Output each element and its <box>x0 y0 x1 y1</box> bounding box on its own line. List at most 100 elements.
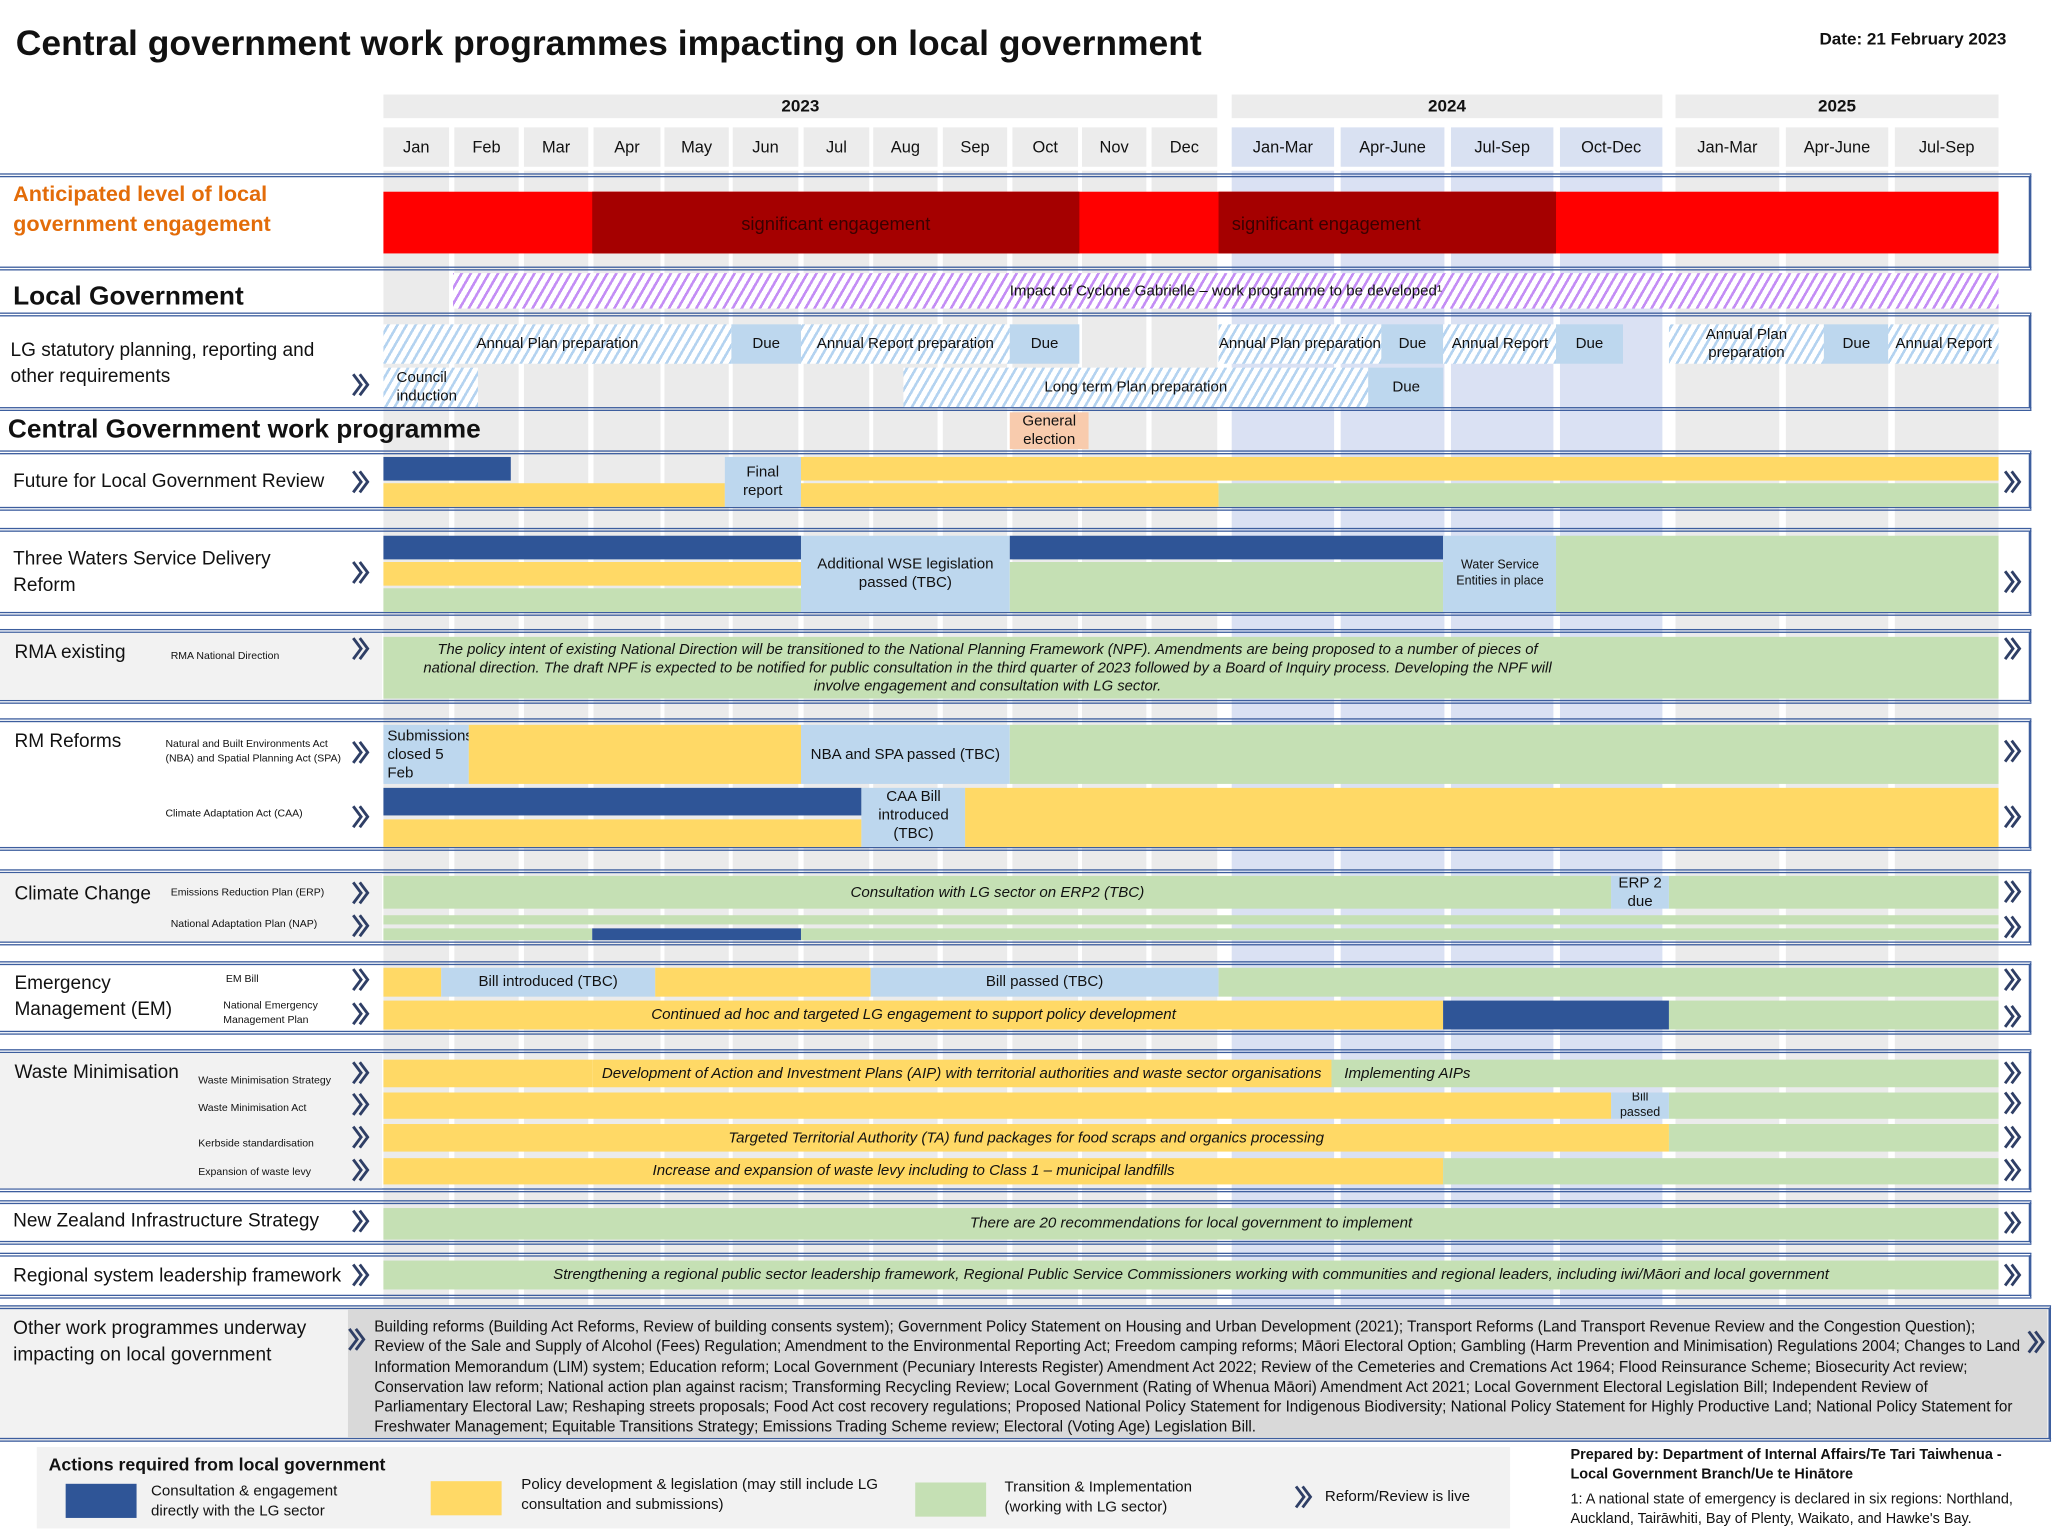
chevron-live-icon[interactable] <box>351 1262 372 1288</box>
waste-bar-policy: Development of Action and Investment Pla… <box>592 1059 1332 1088</box>
chevron-live-icon[interactable] <box>351 469 372 495</box>
rm-bar-consultation <box>383 787 862 816</box>
waste-strategy-sublabel: Waste Minimisation Strategy <box>198 1074 332 1086</box>
column-header: May <box>664 127 729 167</box>
page-title: Central government work programmes impac… <box>15 23 1202 64</box>
em-bar-policy <box>383 967 442 997</box>
em-bar-policy <box>654 967 871 997</box>
water-bar-consultation <box>383 535 801 560</box>
chevron-live-icon[interactable] <box>351 372 372 398</box>
future-label: Future for Local Government Review <box>13 471 325 493</box>
other-programmes-text: Building reforms (Building Act Reforms, … <box>374 1318 2021 1436</box>
waste-label: Waste Minimisation <box>14 1062 179 1084</box>
legend-title: Actions required from local government <box>48 1454 386 1475</box>
rm-bar-policy <box>965 787 1999 847</box>
rm-caa-sublabel: Climate Adaptation Act (CAA) <box>165 807 303 820</box>
chevron-live-icon[interactable] <box>351 1157 372 1183</box>
climate-bar-transition <box>383 915 1999 925</box>
chevron-live-icon[interactable] <box>351 1091 372 1117</box>
rm-label: RM Reforms <box>14 731 122 753</box>
statutory-bar-hatch-blue: Council induction <box>383 367 479 408</box>
chevron-live-icon[interactable] <box>351 739 372 765</box>
legend-transition: Transition & Implementation (working wit… <box>1004 1479 1192 1516</box>
chevron-live-icon[interactable] <box>2002 914 2023 940</box>
date-label: Date: 21 February 2023 <box>1819 28 2007 49</box>
chevron-live-icon[interactable] <box>2002 1003 2023 1029</box>
year-header: 2025 <box>1675 94 1999 119</box>
statutory-bar-milestone: Due <box>1368 367 1444 408</box>
chevron-live-icon[interactable] <box>2002 804 2023 830</box>
roadmap-page: Central government work programmes impac… <box>0 0 2059 1534</box>
water-bar-transition <box>1009 562 1444 612</box>
legend-policy: Policy development & legislation (may st… <box>521 1477 879 1513</box>
waste-act-sublabel: Waste Minimisation Act <box>198 1101 307 1114</box>
column-header: Apr-June <box>1340 127 1445 167</box>
column-header: Apr <box>593 127 661 167</box>
statutory-bar-hatch-blue: Annual Report <box>1888 324 1999 364</box>
chevron-live-icon[interactable] <box>351 913 372 939</box>
rma-bar-transition: The policy intent of existing National D… <box>383 636 1999 699</box>
chevron-live-icon[interactable] <box>351 1124 372 1150</box>
statutory-bar-hatch-blue: Annual Plan preparation <box>1668 324 1825 364</box>
chevron-live-icon[interactable] <box>2002 738 2023 764</box>
column-header: Jan-Mar <box>1675 127 1780 167</box>
chevron-live-icon[interactable] <box>351 559 372 585</box>
chevron-live-icon[interactable] <box>2002 1262 2023 1288</box>
climate-bar-transition <box>383 928 593 941</box>
column-header: Jan-Mar <box>1231 127 1335 167</box>
legend-consultation: Consultation & engagement directly with … <box>151 1483 338 1520</box>
chevron-live-icon[interactable] <box>347 1326 368 1352</box>
climate-bar-consultation <box>592 928 801 941</box>
chevron-live-icon[interactable] <box>2002 469 2023 495</box>
chevron-live-icon[interactable] <box>2026 1329 2047 1355</box>
waste-bar-policy <box>383 1092 1612 1119</box>
column-header: Aug <box>873 127 938 167</box>
year-header: 2023 <box>383 94 1218 119</box>
column-header: Jul-Sep <box>1450 127 1554 167</box>
chevron-live-icon[interactable] <box>351 636 372 662</box>
chevron-live-icon[interactable] <box>351 1060 372 1086</box>
chevron-live-icon[interactable] <box>351 1208 372 1234</box>
chevron-live-icon[interactable] <box>2002 966 2023 992</box>
rma-sublabel: RMA National Direction <box>170 649 280 662</box>
chevron-live-icon[interactable] <box>2002 1157 2023 1183</box>
em-label: Emergency Management (EM) <box>14 973 173 1021</box>
legend-swatch-policy <box>430 1481 502 1516</box>
future-bar-policy <box>383 483 725 507</box>
climate-label: Climate Change <box>14 883 151 905</box>
column-header: Oct-Dec <box>1559 127 1663 167</box>
local-government-heading: Local Government <box>13 282 244 312</box>
chevron-live-icon[interactable] <box>2002 1209 2023 1235</box>
chevron-live-icon <box>1293 1484 1314 1510</box>
chevron-live-icon[interactable] <box>351 966 372 992</box>
chevron-live-icon[interactable] <box>2002 878 2023 904</box>
statutory-bar-milestone: Due <box>1824 324 1889 364</box>
legend: Actions required from local government C… <box>36 1447 1511 1529</box>
future-bar-policy <box>800 483 1219 507</box>
chevron-live-icon[interactable] <box>2002 569 2023 595</box>
column-header: Dec <box>1151 127 1218 167</box>
statutory-bar-hatch-blue: Long term Plan preparation <box>903 367 1369 408</box>
em-bill-sublabel: EM Bill <box>225 973 259 985</box>
chevron-live-icon[interactable] <box>2002 1124 2023 1150</box>
waste-bar-policy: Targeted Territorial Authority (TA) fund… <box>383 1124 1669 1152</box>
chevron-live-icon[interactable] <box>2002 1090 2023 1116</box>
water-bar-policy <box>383 562 801 586</box>
column-header: Mar <box>523 127 589 167</box>
climate-bar-transition: Consultation with LG sector on ERP2 (TBC… <box>383 875 1612 909</box>
rm-bar-milestone: Submissions closed 5 Feb <box>383 724 470 784</box>
statutory-bar-hatch-blue: Annual Report preparation <box>800 324 1010 364</box>
statutory-bar-milestone: Due <box>731 324 801 364</box>
chevron-live-icon[interactable] <box>351 1001 372 1027</box>
water-bar-milestone: Additional WSE legislation passed (TBC) <box>800 535 1010 612</box>
chevron-live-icon[interactable] <box>2002 1060 2023 1086</box>
nzis-bar-transition: There are 20 recommendations for local g… <box>383 1208 1999 1240</box>
rm-bar-policy <box>469 724 801 784</box>
chevron-live-icon[interactable] <box>2002 636 2023 662</box>
chevron-live-icon[interactable] <box>351 880 372 906</box>
em-nemp-sublabel: National Emergency Management Plan <box>223 999 318 1026</box>
footnote: 1: A national state of emergency is decl… <box>1570 1491 2013 1528</box>
chevron-live-icon[interactable] <box>351 804 372 830</box>
column-header: Jun <box>732 127 799 167</box>
water-bar-milestone: Water Service Entities in place <box>1443 535 1557 612</box>
